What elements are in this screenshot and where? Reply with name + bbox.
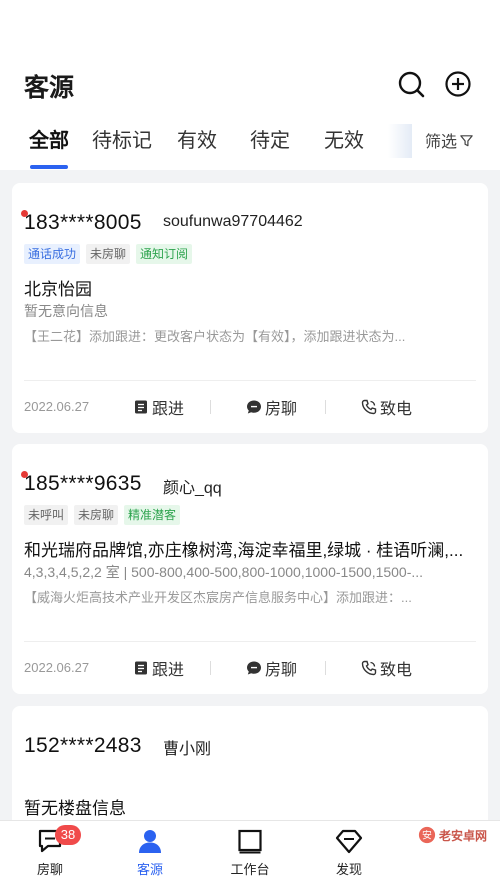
tab-valid[interactable]: 有效 (177, 124, 217, 153)
nav-item-discover[interactable]: 发现 (309, 827, 389, 885)
intent-property: 暂无楼盘信息 (24, 799, 126, 818)
nav-label: 发现 (335, 862, 362, 877)
chat-bubble-icon (247, 661, 261, 675)
filter-button[interactable]: 筛选 (425, 128, 474, 152)
customer-phone: 152****2483 (24, 734, 142, 757)
phone-icon (361, 399, 377, 415)
intent-info: 暂无意向信息 (24, 303, 108, 319)
unread-badge: 38 (55, 825, 81, 845)
follow-label: 跟进 (152, 662, 185, 679)
action-separator (210, 400, 211, 414)
status-tag: 未房聊 (86, 244, 131, 264)
status-tag: 未呼叫 (24, 505, 69, 525)
funnel-icon (460, 134, 473, 146)
status-tag: 通话成功 (24, 244, 81, 264)
intent-property: 和光瑞府品牌馆,亦庄橡树湾,海淀幸福里,绿城 · 桂语听澜,... (24, 541, 464, 560)
intent-info: 4,3,3,4,5,2,2 室 | 500-800,400-500,800-10… (24, 564, 424, 580)
tab-invalid[interactable]: 无效 (324, 124, 364, 153)
plus-circle-icon[interactable] (444, 70, 472, 98)
customer-phone: 185****9635 (24, 472, 142, 495)
nav-item-customers[interactable]: 客源 (110, 827, 190, 885)
latest-followup: 【王二花】添加跟进：更改客户状态为【有效】，添加跟进状态为... (24, 329, 406, 344)
nav-item-workbench[interactable]: 工作台 (210, 827, 290, 885)
call-label: 致电 (380, 662, 413, 679)
customer-card[interactable]: 183****8005 soufunwa97704462 通话成功 未房聊 通知… (12, 183, 488, 433)
status-tabs: 全部 待标记 有效 待定 无效 筛选 (0, 124, 500, 170)
tab-to-mark[interactable]: 待标记 (92, 124, 152, 153)
tag-list: 通话成功 未房聊 通知订阅 (24, 244, 193, 264)
action-separator (325, 661, 326, 675)
note-icon (135, 400, 147, 414)
card-actions: 2022.06.27 跟进 房聊 致电 (12, 656, 488, 680)
chat-button[interactable]: 房聊 (246, 395, 297, 419)
nav-item-chat[interactable]: 房聊 38 (10, 825, 90, 885)
watermark-text: 老安卓网 (439, 828, 488, 843)
action-separator (210, 661, 211, 675)
status-tag: 通知订阅 (136, 244, 193, 264)
customer-name: 颜心_qq (163, 480, 222, 497)
intent-property: 北京怡园 (24, 280, 92, 299)
person-icon (139, 830, 161, 853)
call-button[interactable]: 致电 (361, 395, 412, 419)
status-tag: 未房聊 (74, 505, 119, 525)
status-tag: 精准潜客 (124, 505, 181, 525)
chat-label: 房聊 (265, 662, 298, 679)
card-date: 2022.06.27 (24, 660, 90, 675)
action-separator (325, 400, 326, 414)
card-divider (24, 641, 476, 642)
chat-button[interactable]: 房聊 (246, 656, 297, 680)
nav-label: 房聊 (36, 862, 63, 877)
card-date: 2022.06.27 (24, 399, 90, 414)
workbench-icon (238, 829, 262, 854)
search-icon[interactable] (397, 70, 425, 98)
follow-button[interactable]: 跟进 (133, 656, 184, 680)
latest-followup: 【威海火炬高技术产业开发区杰宸房产信息服务中心】添加跟进：... (24, 590, 412, 605)
tab-all[interactable]: 全部 (29, 124, 69, 153)
customer-name: soufunwa97704462 (163, 213, 303, 230)
customer-name: 曹小刚 (163, 741, 212, 758)
customer-card[interactable]: 152****2483 曹小刚 暂无楼盘信息 (12, 706, 488, 836)
tabs-fade (388, 124, 412, 158)
card-actions: 2022.06.27 跟进 房聊 致电 (12, 395, 488, 419)
card-divider (24, 380, 476, 381)
follow-label: 跟进 (152, 401, 185, 418)
note-icon (135, 661, 147, 675)
nav-label: 工作台 (230, 862, 270, 877)
tab-pending[interactable]: 待定 (250, 124, 290, 153)
follow-button[interactable]: 跟进 (133, 395, 184, 419)
customer-card[interactable]: 185****9635 颜心_qq 未呼叫 未房聊 精准潜客 和光瑞府品牌馆,亦… (12, 444, 488, 694)
phone-icon (361, 660, 377, 676)
top-bar: 客源 全部 待标记 有效 待定 无效 筛选 (0, 0, 500, 170)
svg-text:安: 安 (422, 829, 432, 842)
page-title: 客源 (24, 74, 75, 102)
tag-list: 未呼叫 未房聊 精准潜客 (24, 505, 181, 525)
watermark-logo: 安 老安卓网 (418, 826, 487, 844)
call-label: 致电 (380, 401, 413, 418)
chat-label: 房聊 (265, 401, 298, 418)
nav-label: 客源 (136, 862, 163, 877)
call-button[interactable]: 致电 (361, 656, 412, 680)
diamond-icon (335, 829, 363, 854)
chat-bubble-icon (247, 400, 261, 414)
watermark-icon: 安 (418, 826, 436, 844)
customer-phone: 183****8005 (24, 211, 142, 234)
filter-label: 筛选 (425, 134, 458, 151)
active-tab-indicator (30, 165, 68, 169)
